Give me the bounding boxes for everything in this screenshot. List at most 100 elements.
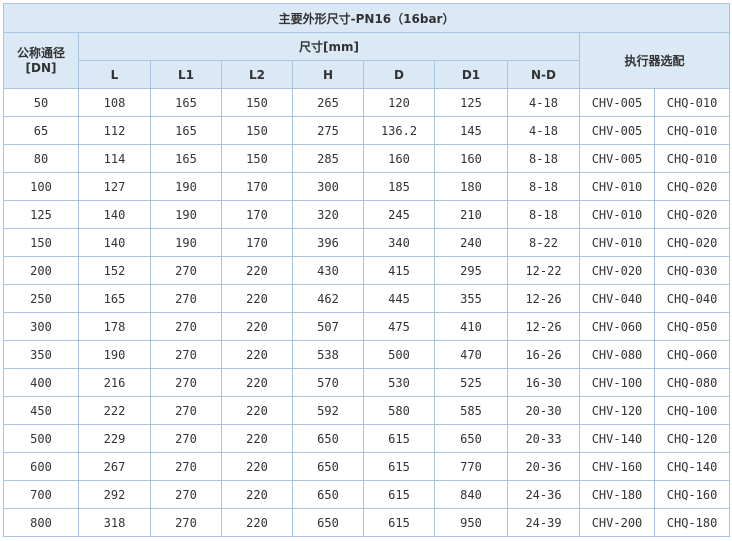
cell-l1: 270 <box>150 368 222 397</box>
cell-l2: 220 <box>221 508 293 537</box>
cell-h: 275 <box>292 116 364 145</box>
cell-d1: 240 <box>434 228 508 257</box>
dimensions-table-container: 主要外形尺寸-PN16（16bar） 公称通径[DN] 尺寸[mm] 执行器选配… <box>2 3 731 537</box>
cell-d: 530 <box>363 368 435 397</box>
cell-actuator-chv: CHV-005 <box>579 116 655 145</box>
cell-actuator-chv: CHV-060 <box>579 312 655 341</box>
cell-d: 615 <box>363 424 435 453</box>
cell-dn: 125 <box>3 200 79 229</box>
header-dn: 公称通径[DN] <box>3 32 79 89</box>
cell-l1: 270 <box>150 256 222 285</box>
cell-n-d: 4-18 <box>507 88 580 117</box>
cell-l: 108 <box>78 88 151 117</box>
table-row: 300 178 270 220 507 475 410 12-26 CHV-060 CHQ-050 <box>3 312 731 341</box>
cell-actuator-chv: CHV-200 <box>579 508 655 537</box>
cell-h: 265 <box>292 88 364 117</box>
table-row: 500 229 270 220 650 615 650 20-33 CHV-140 CHQ-120 <box>3 424 731 453</box>
cell-actuator-chq: CHQ-180 <box>653 508 731 537</box>
cell-n-d: 24-39 <box>507 508 580 537</box>
cell-d1: 585 <box>434 396 508 425</box>
cell-l2: 220 <box>221 480 293 509</box>
cell-actuator-chv: CHV-005 <box>579 144 655 173</box>
cell-n-d: 8-18 <box>507 172 580 201</box>
cell-l2: 170 <box>221 228 293 257</box>
cell-actuator-chq: CHQ-010 <box>653 144 731 173</box>
table-row: 150 140 190 170 396 340 240 8-22 CHV-010 CHQ-020 <box>3 228 731 257</box>
table-row: 65 112 165 150 275 136.2 145 4-18 CHV-005 CHQ-010 <box>3 116 731 145</box>
cell-dn: 200 <box>3 256 79 285</box>
cell-actuator-chq: CHQ-100 <box>653 396 731 425</box>
cell-l: 292 <box>78 480 151 509</box>
cell-d: 136.2 <box>363 116 435 145</box>
cell-h: 430 <box>292 256 364 285</box>
table-row: 100 127 190 170 300 185 180 8-18 CHV-010 CHQ-020 <box>3 172 731 201</box>
cell-h: 570 <box>292 368 364 397</box>
cell-n-d: 24-36 <box>507 480 580 509</box>
cell-l: 229 <box>78 424 151 453</box>
cell-l2: 150 <box>221 144 293 173</box>
cell-n-d: 20-36 <box>507 452 580 481</box>
cell-l1: 165 <box>150 88 222 117</box>
cell-actuator-chv: CHV-005 <box>579 88 655 117</box>
cell-l2: 170 <box>221 172 293 201</box>
cell-h: 650 <box>292 480 364 509</box>
cell-l1: 270 <box>150 340 222 369</box>
cell-l2: 150 <box>221 116 293 145</box>
cell-d1: 770 <box>434 452 508 481</box>
cell-dn: 450 <box>3 396 79 425</box>
cell-actuator-chv: CHV-010 <box>579 200 655 229</box>
cell-l2: 220 <box>221 424 293 453</box>
dimensions-table: 主要外形尺寸-PN16（16bar） 公称通径[DN] 尺寸[mm] 执行器选配… <box>2 3 731 537</box>
table-row: 800 318 270 220 650 615 950 24-39 CHV-200 CHQ-180 <box>3 508 731 537</box>
table-row: 200 152 270 220 430 415 295 12-22 CHV-020 CHQ-030 <box>3 256 731 285</box>
cell-n-d: 16-30 <box>507 368 580 397</box>
cell-l2: 150 <box>221 88 293 117</box>
header-col-l2: L2 <box>221 60 293 89</box>
header-col-l1: L1 <box>150 60 222 89</box>
cell-h: 300 <box>292 172 364 201</box>
cell-l1: 165 <box>150 116 222 145</box>
cell-l: 222 <box>78 396 151 425</box>
cell-l: 318 <box>78 508 151 537</box>
cell-d: 615 <box>363 452 435 481</box>
title-row: 主要外形尺寸-PN16（16bar） <box>2 3 731 33</box>
cell-actuator-chq: CHQ-020 <box>653 200 731 229</box>
cell-dn: 250 <box>3 284 79 313</box>
cell-l1: 270 <box>150 480 222 509</box>
cell-dn: 700 <box>3 480 79 509</box>
cell-n-d: 20-33 <box>507 424 580 453</box>
cell-h: 320 <box>292 200 364 229</box>
cell-h: 507 <box>292 312 364 341</box>
cell-h: 650 <box>292 424 364 453</box>
cell-l2: 220 <box>221 340 293 369</box>
cell-d: 580 <box>363 396 435 425</box>
cell-l1: 190 <box>150 228 222 257</box>
cell-l: 152 <box>78 256 151 285</box>
cell-d1: 525 <box>434 368 508 397</box>
cell-l: 114 <box>78 144 151 173</box>
cell-n-d: 4-18 <box>507 116 580 145</box>
table-row: 350 190 270 220 538 500 470 16-26 CHV-080 CHQ-060 <box>3 340 731 369</box>
cell-dn: 800 <box>3 508 79 537</box>
cell-l1: 270 <box>150 424 222 453</box>
cell-d1: 650 <box>434 424 508 453</box>
cell-l: 127 <box>78 172 151 201</box>
cell-l2: 220 <box>221 312 293 341</box>
cell-l2: 220 <box>221 256 293 285</box>
cell-actuator-chv: CHV-020 <box>579 256 655 285</box>
cell-actuator-chv: CHV-040 <box>579 284 655 313</box>
cell-actuator-chq: CHQ-160 <box>653 480 731 509</box>
cell-l: 216 <box>78 368 151 397</box>
cell-n-d: 12-26 <box>507 312 580 341</box>
cell-d1: 125 <box>434 88 508 117</box>
cell-actuator-chq: CHQ-080 <box>653 368 731 397</box>
cell-h: 285 <box>292 144 364 173</box>
cell-dn: 100 <box>3 172 79 201</box>
cell-actuator-chv: CHV-010 <box>579 228 655 257</box>
table-row: 400 216 270 220 570 530 525 16-30 CHV-100 CHQ-080 <box>3 368 731 397</box>
header-dimensions-group: 尺寸[mm] <box>78 32 580 61</box>
cell-d1: 840 <box>434 480 508 509</box>
cell-actuator-chq: CHQ-040 <box>653 284 731 313</box>
cell-d1: 295 <box>434 256 508 285</box>
cell-d: 500 <box>363 340 435 369</box>
